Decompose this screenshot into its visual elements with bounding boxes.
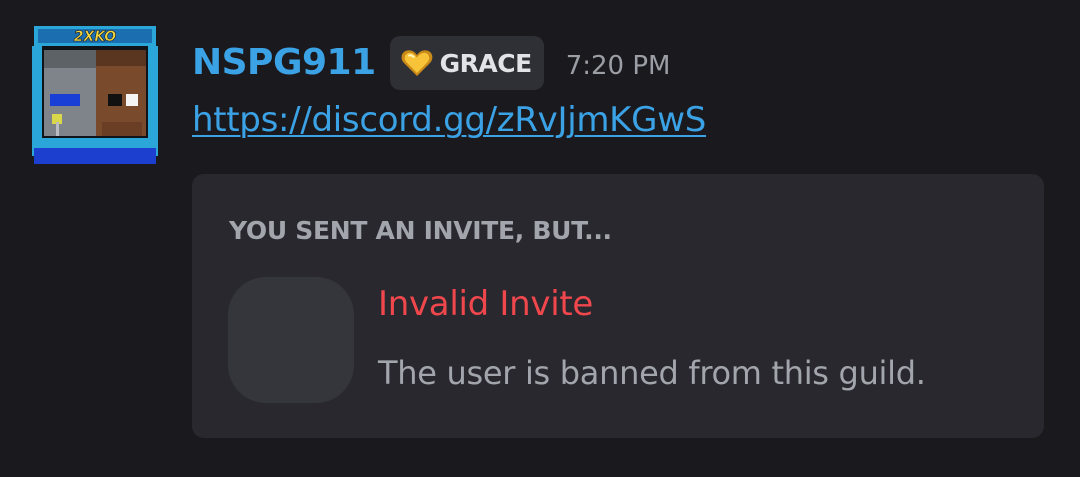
- invite-title: Invalid Invite: [378, 284, 594, 324]
- golden-heart-icon: [401, 50, 433, 76]
- message-header: NSPG911 GRACE 7:20 PM: [192, 36, 670, 90]
- invite-embed-header: YOU SENT AN INVITE, BUT...: [229, 216, 612, 245]
- invite-link[interactable]: https://discord.gg/zRvJjmKGwS: [192, 100, 706, 140]
- arcade-cabinet-avatar-icon: 2XKO: [32, 26, 158, 164]
- guild-icon-placeholder: [228, 277, 354, 403]
- invite-reason: The user is banned from this guild.: [378, 354, 926, 392]
- message-timestamp[interactable]: 7:20 PM: [566, 51, 671, 81]
- user-avatar[interactable]: 2XKO: [30, 22, 160, 166]
- svg-text:2XKO: 2XKO: [74, 29, 116, 45]
- chat-message: 2XKO NSPG911 GRACE 7:20 PM https://disco…: [0, 0, 1080, 477]
- username[interactable]: NSPG911: [192, 36, 376, 90]
- guild-tag-badge[interactable]: GRACE: [389, 36, 544, 90]
- invite-embed: YOU SENT AN INVITE, BUT... Invalid Invit…: [192, 174, 1044, 438]
- guild-tag-label: GRACE: [439, 48, 533, 78]
